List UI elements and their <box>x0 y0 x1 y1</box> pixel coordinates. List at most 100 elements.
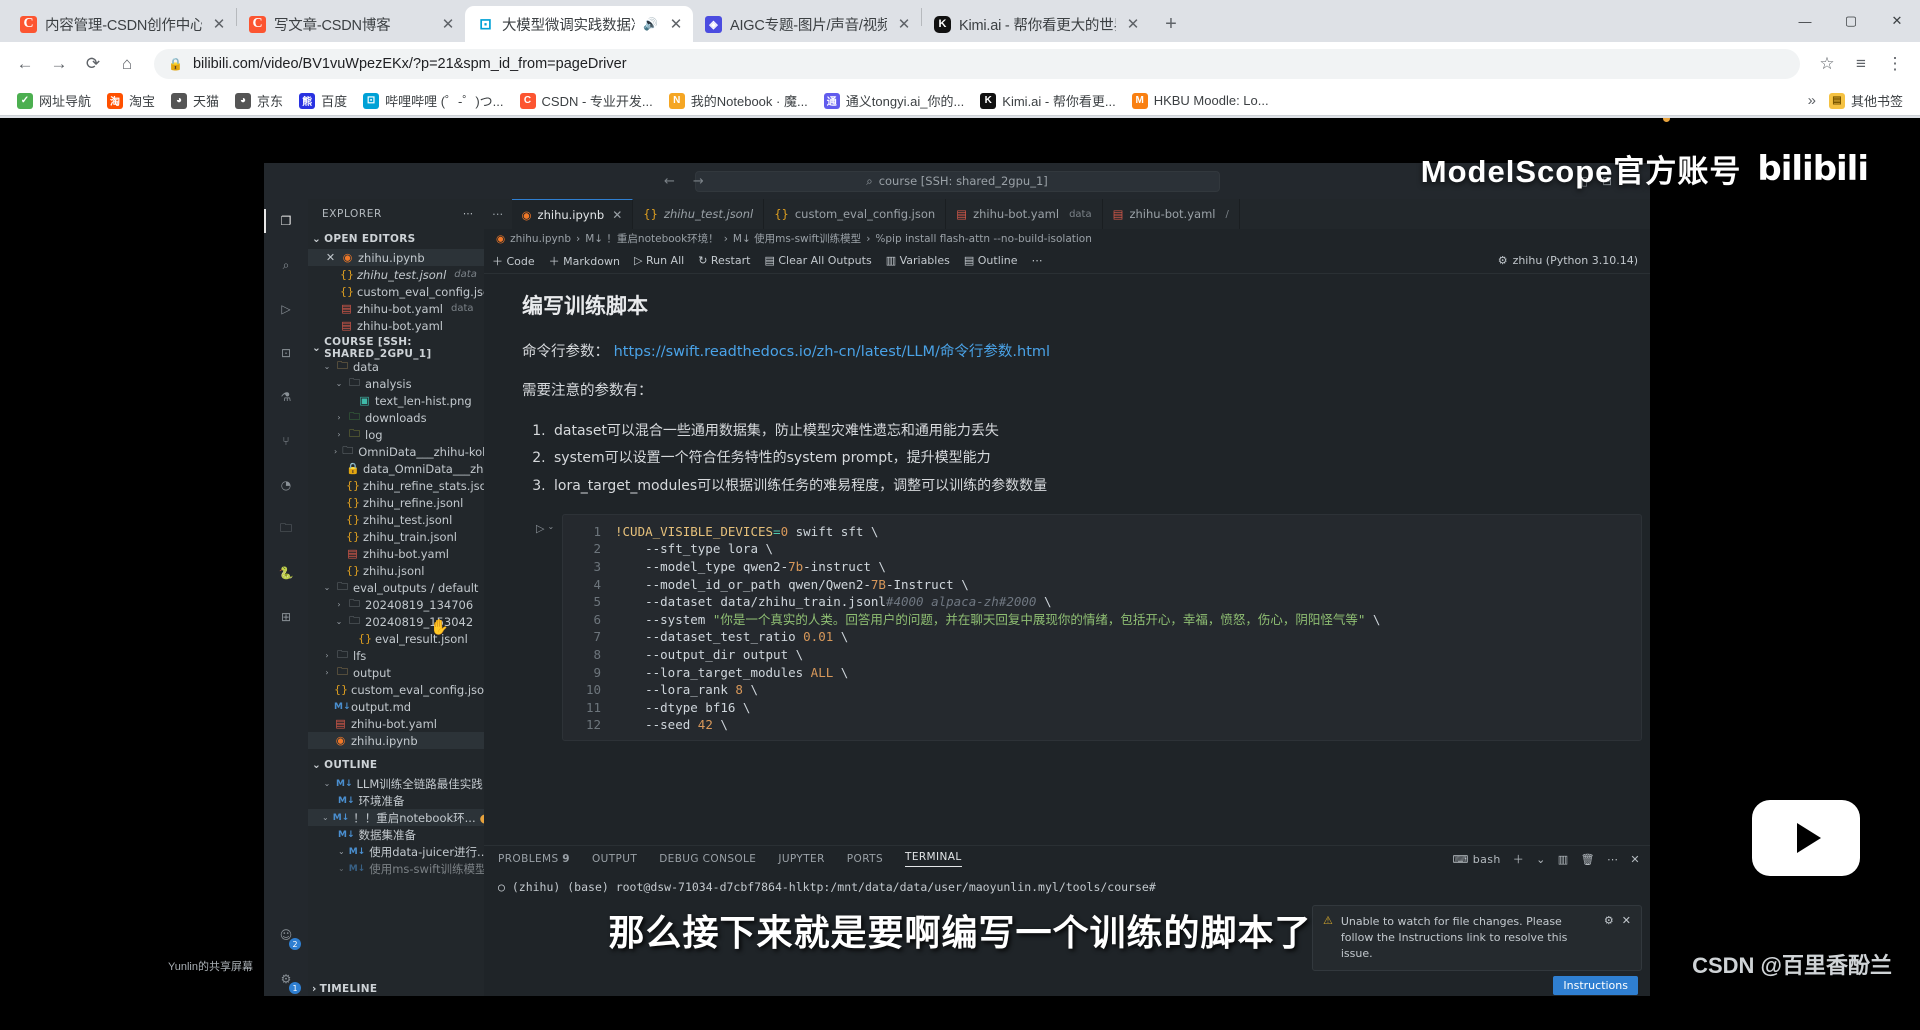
tree-row-log[interactable]: › 🗀 log <box>308 426 484 443</box>
vscode-back-icon[interactable]: ← <box>664 174 675 189</box>
settings-gear-icon[interactable]: ⚙ 1 <box>272 965 301 994</box>
section-outline[interactable]: ⌄ OUTLINE <box>308 755 484 775</box>
close-icon[interactable]: ✕ <box>612 208 622 222</box>
reload-icon[interactable]: ⟳ <box>78 49 108 79</box>
editor-tab-zhihu-bot-yaml-data[interactable]: ▤ zhihu-bot.yaml data <box>946 199 1103 229</box>
panel-tab-terminal[interactable]: TERMINAL <box>905 851 962 867</box>
address-bar[interactable]: 🔒 bilibili.com/video/BV1vuWpezEKx/?p=21&… <box>154 49 1800 79</box>
play-badge[interactable] <box>1752 800 1860 876</box>
extensions-icon[interactable]: ⊞ <box>272 603 300 631</box>
tree-row-lockfile[interactable]: 🔒data_OmniData___zhih... <box>308 460 484 477</box>
tree-row-json[interactable]: {} custom_eval_config.json <box>308 681 484 698</box>
vscode-command-center[interactable]: ⌕ course [SSH: shared_2gpu_1] <box>694 170 1220 192</box>
kernel-selector[interactable]: ⚙ zhihu (Python 3.10.14) <box>1498 254 1638 267</box>
back-icon[interactable]: ← <box>10 49 40 79</box>
breadcrumb-section-1[interactable]: M↓ ！重启notebook环境！ <box>585 231 718 246</box>
bookmark-item-3[interactable]: ◕ 京东 <box>228 88 290 113</box>
panel-more-icon[interactable]: ⋯ <box>1607 853 1618 866</box>
source-control-icon[interactable]: ⑂ <box>272 427 300 455</box>
code-editor[interactable]: 1 !CUDA_VISIBLE_DEVICES=0 swift sft \ 2 -… <box>562 513 1642 742</box>
timeline-icon[interactable]: ◔ <box>272 471 300 499</box>
tab-close-icon[interactable]: ✕ <box>667 15 685 33</box>
tree-row-run-folder[interactable]: ⌄ 🗀 20240819_153042 <box>308 613 484 630</box>
bookmark-item-7[interactable]: N 我的Notebook · 魔... <box>662 88 815 113</box>
bookmark-item-2[interactable]: ◕ 天猫 <box>164 88 226 113</box>
tree-row-image[interactable]: ▣ text_len-hist.png <box>308 392 484 409</box>
shell-label[interactable]: ⌨ bash <box>1453 853 1501 866</box>
bookmark-item-5[interactable]: ⊡ 哔哩哔哩 (゜-゜)つ... <box>356 88 510 113</box>
browser-tab-0[interactable]: C 内容管理-CSDN创作中心 ✕ <box>8 6 236 42</box>
bookmark-item-8[interactable]: 通通义tongyi.ai_你的... <box>817 88 972 113</box>
python-icon[interactable]: 🐍 <box>272 559 300 587</box>
browser-tab-2-active[interactable]: ⊡ 大模型微调实践数据准备/清 🔊 ✕ <box>465 6 693 42</box>
outline-button[interactable]: ▤ Outline <box>964 254 1018 267</box>
explorer-more-icon[interactable]: ⋯ <box>463 208 474 220</box>
tab-close-icon[interactable]: ✕ <box>895 15 913 33</box>
accounts-icon[interactable]: ☺ 2 <box>272 921 301 950</box>
editor-tab-zhihu-bot-yaml-root[interactable]: ▤ zhihu-bot.yaml / <box>1103 199 1240 229</box>
breadcrumb-file[interactable]: zhihu.ipynb <box>510 233 571 245</box>
terminal-prompt-line[interactable]: ○ (zhihu) (base) root@dsw-71034-d7cbf786… <box>484 872 1650 894</box>
tab-close-icon[interactable]: ✕ <box>1124 15 1142 33</box>
panel-tab-debug-console[interactable]: DEBUG CONSOLE <box>659 853 756 865</box>
tree-row-output[interactable]: › 🗀 output <box>308 664 484 681</box>
browser-tab-1[interactable]: C 写文章-CSDN博客 ✕ <box>237 6 465 42</box>
panel-tab-jupyter[interactable]: JUPYTER <box>778 853 824 865</box>
param-link[interactable]: https://swift.readthedocs.io/zh-cn/lates… <box>614 344 1050 360</box>
remote-explorer-icon[interactable]: ⊡ <box>272 339 300 367</box>
new-terminal-icon[interactable]: ＋ <box>1513 851 1524 867</box>
add-code-cell-button[interactable]: ＋ Code <box>492 253 535 269</box>
tree-row-downloads[interactable]: › 🗀 downloads <box>308 409 484 426</box>
folder-icon[interactable]: 🗀 <box>272 515 300 543</box>
editor-tab-custom-eval-config[interactable]: {} custom_eval_config.json <box>764 199 947 229</box>
open-editor-row[interactable]: ✕ ◉ zhihu.ipynb <box>308 249 484 266</box>
section-course-folder[interactable]: ⌄ COURSE [SSH: SHARED_2GPU_1] <box>308 336 484 360</box>
outline-row[interactable]: M↓ 数据集准备 <box>308 826 484 843</box>
bookmarks-overflow-icon[interactable]: » <box>1808 92 1820 109</box>
tree-row-yaml[interactable]: ▤ zhihu-bot.yaml <box>308 545 484 562</box>
editor-tab-zhihu-ipynb[interactable]: ◉ zhihu.ipynb ✕ <box>511 199 634 229</box>
panel-tab-output[interactable]: OUTPUT <box>592 853 637 865</box>
tree-row-json[interactable]: {} zhihu.jsonl <box>308 562 484 579</box>
reading-list-icon[interactable]: ≡ <box>1846 49 1876 79</box>
terminal-dropdown-icon[interactable]: ⌄ <box>1536 853 1546 866</box>
bookmark-star-icon[interactable]: ☆ <box>1812 49 1842 79</box>
section-open-editors[interactable]: ⌄ OPEN EDITORS <box>308 229 484 249</box>
breadcrumb-section-2[interactable]: M↓ 使用ms-swift训练模型 <box>733 231 861 246</box>
vscode-forward-icon[interactable]: → <box>693 174 704 189</box>
tree-row-json[interactable]: {} zhihu_train.jsonl <box>308 528 484 545</box>
bookmark-item-6[interactable]: C CSDN - 专业开发... <box>513 88 660 113</box>
toolbar-more-icon[interactable]: ⋯ <box>1032 254 1043 267</box>
add-markdown-cell-button[interactable]: ＋ Markdown <box>549 253 620 269</box>
split-terminal-icon[interactable]: ▥ <box>1558 853 1569 866</box>
panel-tab-ports[interactable]: PORTS <box>847 853 883 865</box>
home-icon[interactable]: ⌂ <box>112 49 142 79</box>
outline-row[interactable]: ⌄ M↓ 使用ms-swift训练模型 <box>308 860 484 877</box>
browser-tab-4[interactable]: K Kimi.ai - 帮你看更大的世界 ✕ <box>922 6 1150 42</box>
tree-row-omnidata[interactable]: › 🗀 OmniData___zhihu-kol <box>308 443 484 460</box>
tree-row-json[interactable]: {} zhihu_refine_stats.jsonl <box>308 477 484 494</box>
search-icon[interactable]: ⌕ <box>272 251 300 279</box>
outline-row[interactable]: ⌄ M↓ LLM训练全链路最佳实践 <box>308 775 484 792</box>
run-all-button[interactable]: ▷ Run All <box>634 254 684 267</box>
instructions-button[interactable]: Instructions <box>1553 976 1638 995</box>
panel-tab-problems[interactable]: PROBLEMS 9 <box>498 853 570 865</box>
open-editor-row[interactable]: {} zhihu_test.jsonl data <box>308 266 484 283</box>
bookmark-item-9[interactable]: K Kimi.ai - 帮你看更... <box>973 88 1122 113</box>
close-icon[interactable]: ✕ <box>324 251 337 264</box>
new-tab-button[interactable]: + <box>1156 9 1186 39</box>
tree-row-lfs[interactable]: › 🗀 lfs <box>308 647 484 664</box>
tab-close-icon[interactable]: ✕ <box>210 15 228 33</box>
tree-row-md[interactable]: M↓ output.md <box>308 698 484 715</box>
other-bookmarks-button[interactable]: ▤ 其他书签 <box>1822 88 1910 113</box>
tab-close-icon[interactable]: ✕ <box>439 15 457 33</box>
editor-tab-zhihu-test-jsonl[interactable]: {} zhihu_test.jsonl <box>633 199 765 229</box>
tree-row-analysis[interactable]: ⌄ 🗀 analysis <box>308 375 484 392</box>
breadcrumb-cell[interactable]: %pip install flash-attn --no-build-isola… <box>875 233 1091 245</box>
tree-row-data[interactable]: ⌄ 🗀 data <box>308 358 484 375</box>
restart-kernel-button[interactable]: ↻ Restart <box>698 254 750 267</box>
open-editor-row[interactable]: ▤ zhihu-bot.yaml data <box>308 300 484 317</box>
tree-row-json[interactable]: {} eval_result.jsonl <box>308 630 484 647</box>
minimize-button[interactable]: — <box>1782 0 1828 42</box>
browser-tab-3[interactable]: ◈ AIGC专题-图片/声音/视频/Agen ✕ <box>693 6 921 42</box>
